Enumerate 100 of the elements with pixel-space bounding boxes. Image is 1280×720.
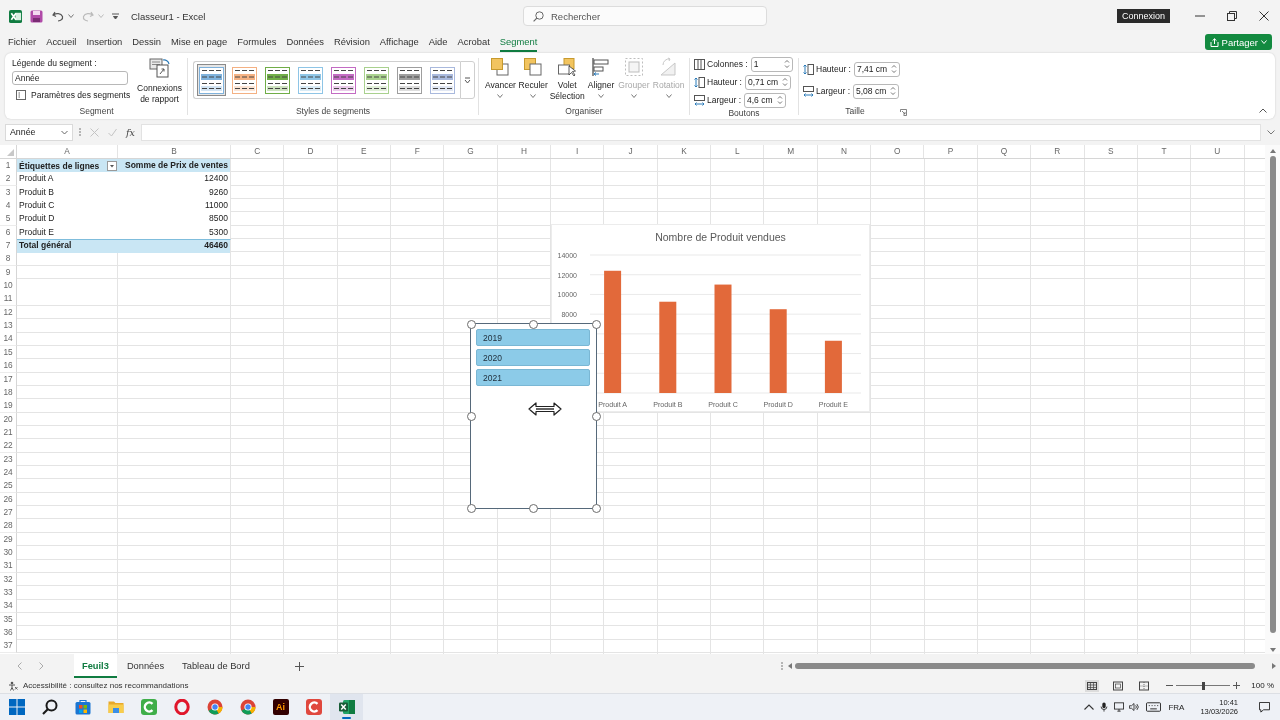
column-header[interactable]: O (871, 145, 925, 158)
triangle-left-icon[interactable] (788, 663, 792, 669)
chevron-up-icon[interactable] (1084, 702, 1095, 712)
filter-dropdown-icon[interactable] (107, 161, 117, 171)
row-number[interactable]: 28 (0, 519, 17, 534)
folder-icon[interactable] (107, 699, 124, 715)
search-field[interactable]: Rechercher (523, 6, 767, 26)
round-logo-icon[interactable] (239, 699, 256, 715)
keyboard-icon[interactable] (1146, 702, 1162, 712)
name-box[interactable]: Année (5, 123, 73, 141)
spin-field[interactable]: 5,08 cm (853, 83, 900, 99)
bag-tile-icon[interactable] (74, 699, 91, 715)
column-header[interactable]: I (551, 145, 605, 158)
minus-icon[interactable] (1166, 682, 1174, 689)
dialog-launcher-icon[interactable] (900, 109, 907, 116)
resize-handle[interactable] (529, 503, 538, 513)
menu-tab[interactable]: Aide (428, 32, 448, 52)
close-icon[interactable] (1259, 11, 1269, 21)
accessibility-status[interactable]: Accessibilité : consultez nos recommandations (23, 681, 189, 690)
sheet-tab[interactable]: Tableau de Bord (174, 654, 258, 678)
triangle-down-icon[interactable] (1269, 648, 1276, 652)
slicer-item[interactable]: 2021 (476, 369, 590, 386)
page-break-icon[interactable] (1137, 679, 1152, 692)
grid-view-icon[interactable] (1085, 679, 1100, 692)
page-layout-icon[interactable] (1111, 679, 1126, 692)
row-number[interactable]: 19 (0, 399, 17, 414)
insert-function-button[interactable]: fx (126, 126, 135, 138)
microphone-icon[interactable] (1099, 702, 1110, 712)
column-header[interactable]: B (118, 145, 231, 158)
horizontal-scrollbar[interactable] (788, 661, 1276, 671)
column-header[interactable]: Q (977, 145, 1032, 158)
resize-handle[interactable] (466, 411, 476, 421)
app-tile[interactable]: Ai (272, 699, 289, 715)
search-icon[interactable] (41, 699, 58, 715)
four-squares-icon[interactable] (8, 699, 25, 715)
resize-handle[interactable] (466, 503, 476, 513)
column-header[interactable]: N (817, 145, 872, 158)
row-number[interactable]: 13 (0, 319, 17, 334)
menu-tab[interactable]: Données (286, 32, 324, 52)
row-number[interactable]: 8 (0, 252, 17, 267)
row-number[interactable]: 2 (0, 172, 17, 187)
row-number[interactable]: 16 (0, 359, 17, 374)
row-number[interactable]: 37 (0, 639, 17, 654)
formula-input-field[interactable] (140, 123, 1261, 141)
undo-icon[interactable] (52, 10, 64, 22)
plus-icon[interactable] (1233, 682, 1241, 689)
row-number[interactable]: 34 (0, 599, 17, 614)
chevron-up-icon[interactable] (1259, 108, 1267, 113)
resize-handle[interactable] (591, 503, 601, 513)
column-header[interactable]: S (1084, 145, 1138, 158)
menu-tab[interactable]: Accueil (46, 32, 77, 52)
scrollbar-thumb[interactable] (1269, 156, 1276, 633)
menu-tab[interactable]: Formules (237, 32, 277, 52)
row-number[interactable]: 4 (0, 199, 17, 214)
vertical-scrollbar[interactable] (1265, 145, 1280, 654)
column-header[interactable]: R (1031, 145, 1085, 158)
slicer-settings-button[interactable]: Paramètres des segments (12, 90, 128, 100)
zoom-slider-thumb[interactable] (1201, 681, 1205, 690)
round-logo-icon[interactable] (206, 699, 223, 715)
ring-icon[interactable] (173, 699, 190, 715)
column-header[interactable]: P (924, 145, 978, 158)
row-number[interactable]: 25 (0, 479, 17, 494)
column-header[interactable]: L (711, 145, 765, 158)
arrange-button[interactable]: Reculer (516, 57, 550, 106)
resize-handle[interactable] (591, 319, 601, 329)
input-language[interactable]: FRA (1168, 702, 1185, 712)
row-number[interactable]: 11 (0, 292, 17, 307)
monitor-icon[interactable] (1114, 702, 1125, 712)
spin-field[interactable]: 1 (750, 56, 793, 72)
expand-icon[interactable] (1267, 129, 1275, 135)
save-icon[interactable] (30, 9, 43, 23)
column-header[interactable]: G (444, 145, 498, 158)
arrange-button[interactable]: Avancer (484, 57, 517, 106)
customize-toolbar-icon[interactable] (112, 12, 119, 20)
column-header[interactable]: H (497, 145, 552, 158)
caption-field[interactable]: Année (12, 71, 128, 85)
zoom-percentage[interactable]: 100 % (1251, 681, 1274, 690)
spreadsheet-app-icon[interactable] (338, 699, 355, 715)
menu-tab[interactable]: Acrobat (457, 32, 490, 52)
slicer-item[interactable]: 2020 (476, 349, 590, 366)
column-header[interactable]: A (17, 145, 118, 158)
sheet-tab[interactable]: Feuil3 (74, 654, 117, 678)
spin-field[interactable]: 7,41 cm (853, 61, 901, 77)
caret-icon[interactable] (68, 14, 74, 18)
share-button[interactable]: Partager (1204, 34, 1272, 50)
slicer-item[interactable]: 2019 (476, 329, 590, 346)
menu-tab[interactable]: Mise en page (171, 32, 228, 52)
column-header[interactable]: E (337, 145, 392, 158)
arrange-button[interactable]: Volet Sélection (549, 57, 585, 106)
arrange-button[interactable]: Aligner (584, 57, 618, 106)
row-number[interactable]: 10 (0, 279, 17, 294)
chat-bubble-icon[interactable] (1259, 701, 1270, 713)
column-header[interactable]: M (764, 145, 818, 158)
menu-tab[interactable]: Insertion (86, 32, 123, 52)
column-header[interactable]: U (1191, 145, 1245, 158)
row-number[interactable]: 14 (0, 332, 17, 347)
column-header[interactable]: J (604, 145, 658, 158)
column-header[interactable]: D (284, 145, 338, 158)
row-number[interactable]: 31 (0, 559, 17, 574)
resize-handle[interactable] (466, 319, 476, 329)
